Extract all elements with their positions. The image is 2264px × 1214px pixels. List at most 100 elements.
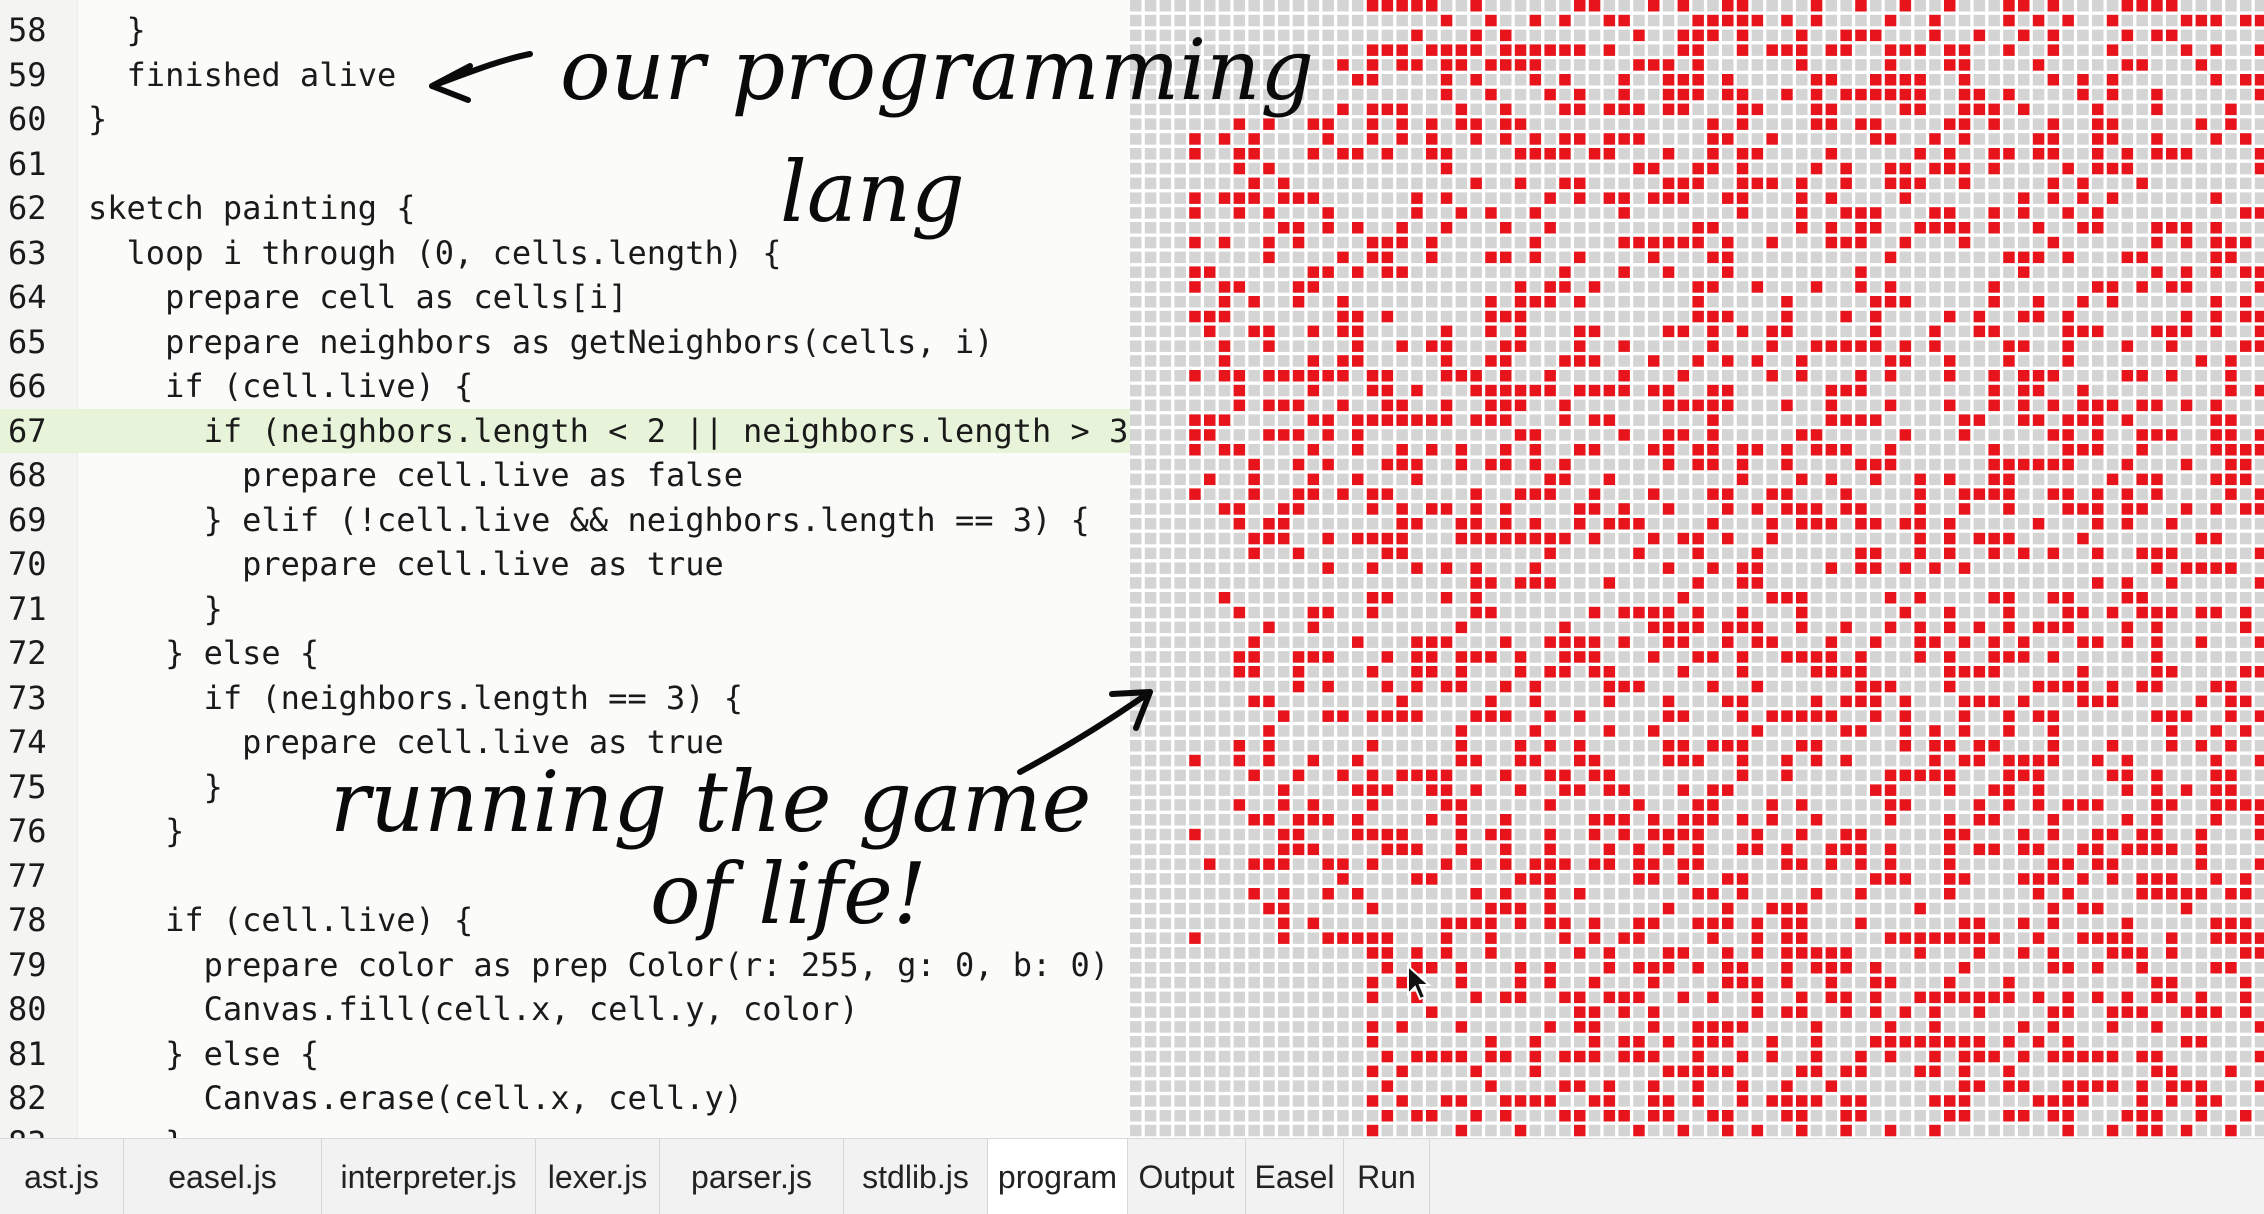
dead-cell	[2180, 621, 2193, 634]
dead-cell	[1352, 769, 1364, 782]
live-cell	[2240, 621, 2252, 634]
dead-cell	[2018, 621, 2030, 634]
live-cell	[1366, 828, 1379, 841]
live-cell	[1529, 873, 1542, 885]
code-text[interactable]: loop i through (0, cells.length) {	[88, 231, 782, 275]
code-text[interactable]: sketch painting {	[88, 186, 416, 230]
dead-cell	[1825, 828, 1838, 841]
dead-cell	[1337, 266, 1349, 278]
code-line[interactable]: 82 Canvas.erase(cell.x, cell.y)	[0, 1076, 1130, 1120]
dead-cell	[1159, 251, 1172, 264]
live-cell	[1485, 355, 1497, 367]
code-text[interactable]: }	[88, 809, 184, 853]
code-text[interactable]: }	[88, 8, 146, 52]
dead-cell	[1514, 88, 1527, 101]
live-cell	[2092, 503, 2104, 515]
code-text[interactable]: }	[88, 765, 223, 809]
dead-cell	[1278, 473, 1290, 486]
dead-cell	[2047, 14, 2060, 27]
dead-cell	[1810, 473, 1823, 486]
live-cell	[1781, 651, 1793, 663]
code-line[interactable]: 65 prepare neighbors as getNeighbors(cel…	[0, 320, 1130, 364]
code-text[interactable]: } else {	[88, 1032, 319, 1076]
code-text[interactable]: prepare cell.live as false	[88, 453, 743, 497]
code-text[interactable]: prepare color as prep Color(r: 255, g: 0…	[88, 943, 1109, 987]
code-line[interactable]: 64 prepare cell as cells[i]	[0, 275, 1130, 319]
code-line[interactable]: 79 prepare color as prep Color(r: 255, g…	[0, 943, 1130, 987]
game-of-life-canvas[interactable]	[1130, 0, 2264, 1138]
code-line[interactable]: 69 } elif (!cell.live && neighbors.lengt…	[0, 498, 1130, 542]
code-text[interactable]: prepare neighbors as getNeighbors(cells,…	[88, 320, 993, 364]
dead-cell	[1218, 769, 1231, 782]
code-line[interactable]: 70 prepare cell.live as true	[0, 542, 1130, 586]
dead-cell	[1307, 636, 1320, 648]
code-text[interactable]: finished alive	[88, 53, 397, 97]
code-line[interactable]: 71 }	[0, 587, 1130, 631]
dead-cell	[1766, 399, 1778, 412]
code-text[interactable]: prepare cell.live as true	[88, 542, 724, 586]
code-line[interactable]: 80 Canvas.fill(cell.x, cell.y, color)	[0, 987, 1130, 1031]
dead-cell	[1204, 725, 1216, 737]
dead-cell	[1426, 547, 1438, 560]
live-cell	[1944, 606, 1956, 619]
dead-cell	[1352, 577, 1364, 589]
dead-cell	[1529, 606, 1542, 619]
code-text[interactable]: } elif (!cell.live && neighbors.length =…	[88, 498, 1090, 542]
code-line[interactable]: 72 } else {	[0, 631, 1130, 675]
code-text[interactable]: if (cell.live) {	[88, 898, 473, 942]
dead-cell	[2180, 518, 2193, 530]
code-line[interactable]: 66 if (cell.live) {	[0, 364, 1130, 408]
live-cell	[2166, 340, 2178, 352]
dead-cell	[2062, 370, 2074, 382]
dead-cell	[2151, 162, 2163, 175]
code-line[interactable]: 67 if (neighbors.length < 2 || neighbors…	[0, 408, 1130, 453]
code-line[interactable]: 81 } else {	[0, 1032, 1130, 1076]
code-text[interactable]: Canvas.fill(cell.x, cell.y, color)	[88, 987, 859, 1031]
dead-cell	[1662, 592, 1675, 604]
dead-cell	[2195, 251, 2208, 264]
code-text[interactable]: }	[88, 587, 223, 631]
live-cell	[1810, 710, 1823, 722]
dead-cell	[1766, 458, 1778, 471]
code-line[interactable]: 73 if (neighbors.length == 3) {	[0, 676, 1130, 720]
dead-cell	[2151, 444, 2163, 456]
code-text[interactable]: if (neighbors.length == 3) {	[88, 676, 743, 720]
code-text[interactable]: }	[88, 1121, 184, 1139]
dead-cell	[1485, 843, 1497, 856]
live-cell	[1722, 236, 1734, 249]
code-text[interactable]: } else {	[88, 631, 319, 675]
dead-cell	[1988, 355, 2000, 367]
dead-cell	[2092, 769, 2104, 782]
dead-cell	[1204, 888, 1216, 900]
code-text[interactable]: if (cell.live) {	[88, 364, 473, 408]
live-cell	[1751, 828, 1764, 841]
code-text[interactable]: prepare cell as cells[i]	[88, 275, 627, 319]
dead-cell	[1322, 281, 1334, 293]
live-cell	[1677, 784, 1690, 796]
live-cell	[1588, 828, 1601, 841]
dead-cell	[1914, 133, 1926, 145]
live-cell	[2240, 695, 2252, 708]
dead-cell	[1337, 532, 1349, 545]
dead-cell	[1870, 177, 1882, 190]
code-text[interactable]: Canvas.erase(cell.x, cell.y)	[88, 1076, 743, 1120]
dead-cell	[1958, 251, 1971, 264]
live-cell	[1426, 873, 1438, 885]
live-cell	[1855, 222, 1867, 234]
code-text[interactable]: if (neighbors.length < 2 || neighbors.le…	[88, 409, 1130, 453]
dead-cell	[1870, 148, 1882, 160]
code-line[interactable]: 78 if (cell.live) {	[0, 898, 1130, 942]
code-line[interactable]: 68 prepare cell.live as false	[0, 453, 1130, 497]
live-cell	[1899, 695, 1912, 708]
code-text[interactable]: }	[88, 97, 107, 141]
dead-cell	[2077, 621, 2089, 634]
code-line[interactable]: 77	[0, 854, 1130, 898]
live-cell	[2092, 148, 2104, 160]
cell-grid[interactable]	[1130, 0, 2264, 1138]
dead-cell	[1544, 29, 1556, 42]
dead-cell	[1618, 444, 1630, 456]
dead-cell	[1307, 784, 1320, 796]
dead-cell	[2180, 59, 2193, 71]
live-cell	[1899, 103, 1912, 116]
code-line[interactable]: 83 }	[0, 1121, 1130, 1139]
